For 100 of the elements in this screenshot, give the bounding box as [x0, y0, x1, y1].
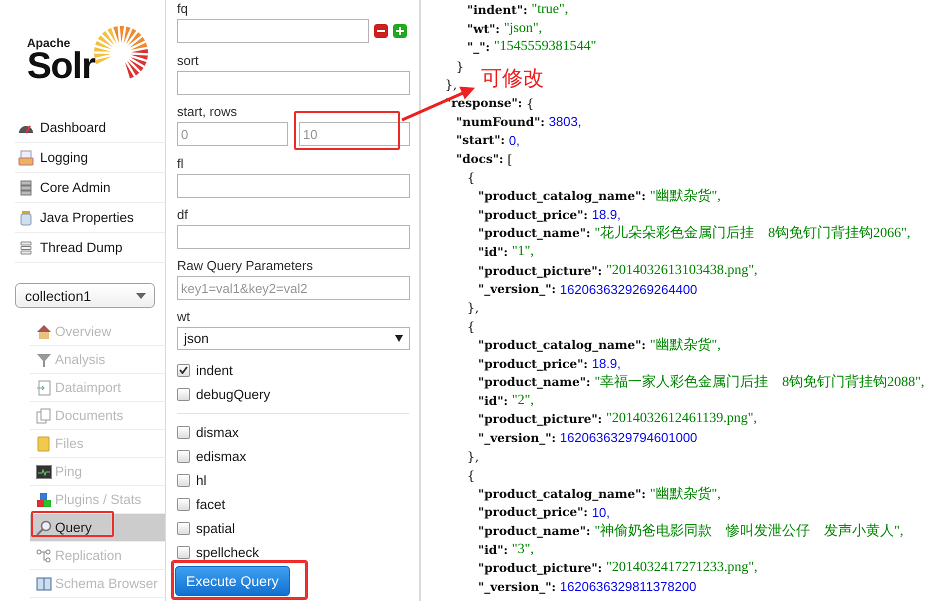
checkbox-label: edismax — [196, 448, 246, 464]
json-string-value: "2", — [512, 392, 534, 409]
json-string-value: "3", — [512, 542, 534, 558]
json-number-value: 0, — [508, 132, 520, 148]
nav-label: Dashboard — [40, 120, 106, 135]
json-key: "_version_": — [478, 580, 556, 594]
json-key: "product_picture": — [478, 412, 602, 426]
json-key: "id": — [478, 542, 508, 557]
menu-label: Plugins / Stats — [55, 492, 142, 507]
core-menu-item[interactable]: Replication — [30, 542, 165, 570]
json-string-value: "2014032417271233.png", — [606, 560, 758, 576]
menu-label: Replication — [55, 548, 122, 563]
number-input[interactable]: 10 — [299, 122, 410, 146]
json-string-value: "json", — [504, 20, 542, 37]
json-bracket: }, — [467, 300, 479, 316]
json-bracket: { — [467, 170, 475, 186]
json-key: "indent": — [467, 3, 528, 18]
menu-label: Dataimport — [55, 380, 122, 395]
nav-label: Logging — [40, 150, 88, 165]
json-bracket: [ — [507, 152, 512, 167]
json-key: "_version_": — [478, 430, 556, 445]
field-label: start, rows — [177, 104, 238, 120]
json-key: "product_price": — [478, 356, 588, 371]
json-string-value: "2014032613103438.png", — [606, 262, 758, 279]
core-menu-item[interactable]: Query — [30, 514, 165, 542]
checkbox-label: hl — [196, 472, 207, 488]
menu-label: Ping — [55, 464, 82, 479]
json-key: "_version_": — [478, 282, 556, 296]
nav-item[interactable]: Thread Dump — [15, 233, 165, 263]
menu-label: Schema Browser — [55, 576, 158, 591]
json-string-value: "幽默杂货", — [650, 336, 721, 354]
json-string-value: "花儿朵朵彩色金属门后挂 8钩免钉门背挂钩2066", — [594, 224, 910, 242]
number-input[interactable]: 0 — [177, 122, 288, 146]
json-key: "id": — [478, 245, 508, 260]
menu-label: Analysis — [55, 352, 106, 367]
json-number-value: 3803, — [548, 114, 582, 130]
core-menu-item[interactable]: Files — [30, 430, 165, 458]
menu-label: Query — [55, 520, 92, 535]
menu-label: Overview — [55, 324, 112, 339]
core-selector[interactable]: collection1 — [15, 283, 155, 308]
json-bracket: { — [467, 318, 475, 334]
core-menu-item[interactable]: Overview — [30, 318, 165, 346]
json-key: "response": — [445, 96, 522, 110]
execute-query-button[interactable]: Execute Query — [175, 566, 290, 596]
checkbox-label: spellcheck — [196, 544, 260, 560]
text-input[interactable]: key1=val1&key2=val2 — [177, 276, 410, 300]
json-key: "product_catalog_name": — [478, 338, 646, 352]
menu-label: Documents — [55, 408, 124, 423]
checkbox-label: debugQuery — [196, 386, 270, 402]
nav-label: Thread Dump — [40, 240, 123, 255]
checkbox-label: spatial — [196, 520, 236, 536]
json-bracket: }, — [445, 77, 457, 92]
json-key: "product_catalog_name": — [478, 486, 646, 501]
json-key: "product_name": — [478, 226, 590, 240]
json-number-value: 1620636329811378200 — [560, 579, 696, 594]
json-string-value: "2014032612461139.png", — [606, 411, 758, 428]
json-bracket: { — [526, 96, 534, 111]
nav-item[interactable]: Core Admin — [15, 173, 165, 203]
json-bracket: }, — [467, 449, 479, 464]
field-label: Raw Query Parameters — [177, 258, 314, 274]
field-label: fl — [177, 156, 184, 172]
json-key: "wt": — [467, 22, 500, 36]
json-bracket: { — [467, 468, 475, 483]
format-select[interactable]: json — [177, 327, 410, 350]
checkbox-label: dismax — [196, 424, 239, 440]
field-label: wt — [177, 309, 191, 325]
json-key: "docs": — [456, 152, 504, 166]
menu-label: Files — [55, 436, 84, 451]
json-key: "product_name": — [478, 524, 590, 538]
json-key: "_": — [467, 40, 490, 54]
json-key: "numFound": — [456, 114, 545, 129]
json-string-value: "幽默杂货", — [650, 486, 721, 503]
field-label: sort — [177, 53, 200, 69]
field-label: fq — [177, 1, 189, 17]
json-key: "product_name": — [478, 375, 590, 390]
json-string-value: "神偷奶爸电影同款 惨叫发泄公仔 发声小黄人", — [594, 522, 904, 540]
core-menu-item[interactable]: Schema Browser — [30, 570, 165, 598]
json-key: "product_price": — [478, 208, 588, 222]
annotation-text: 可修改 — [481, 65, 544, 92]
checkbox-label: indent — [196, 362, 233, 378]
nav-label: Core Admin — [40, 180, 111, 195]
json-string-value: "true", — [532, 2, 568, 18]
json-number-value: 18.9, — [592, 207, 621, 222]
json-string-value: "幸福一家人彩色金属门后挂 8钩免钉门背挂钩2088", — [594, 373, 924, 392]
core-menu-item[interactable]: Ping — [30, 458, 165, 486]
nav-item[interactable]: Logging — [15, 143, 165, 173]
core-menu-item[interactable]: Analysis — [30, 346, 165, 374]
json-number-value: 18.9, — [592, 356, 621, 372]
nav-item[interactable]: Java Properties — [15, 203, 165, 233]
json-key: "product_picture": — [478, 264, 602, 278]
json-key: "id": — [478, 394, 508, 408]
json-string-value: "幽默杂货", — [650, 188, 721, 206]
core-menu-item[interactable]: Dataimport — [30, 374, 165, 402]
core-menu-item[interactable]: Documents — [30, 402, 165, 430]
json-key: "product_price": — [478, 505, 588, 520]
json-string-value: "1545559381544" — [494, 39, 596, 56]
nav-item[interactable]: Dashboard — [15, 113, 165, 143]
json-key: "product_catalog_name": — [478, 189, 646, 204]
json-string-value: "1", — [512, 244, 534, 260]
json-key: "start": — [456, 133, 505, 148]
